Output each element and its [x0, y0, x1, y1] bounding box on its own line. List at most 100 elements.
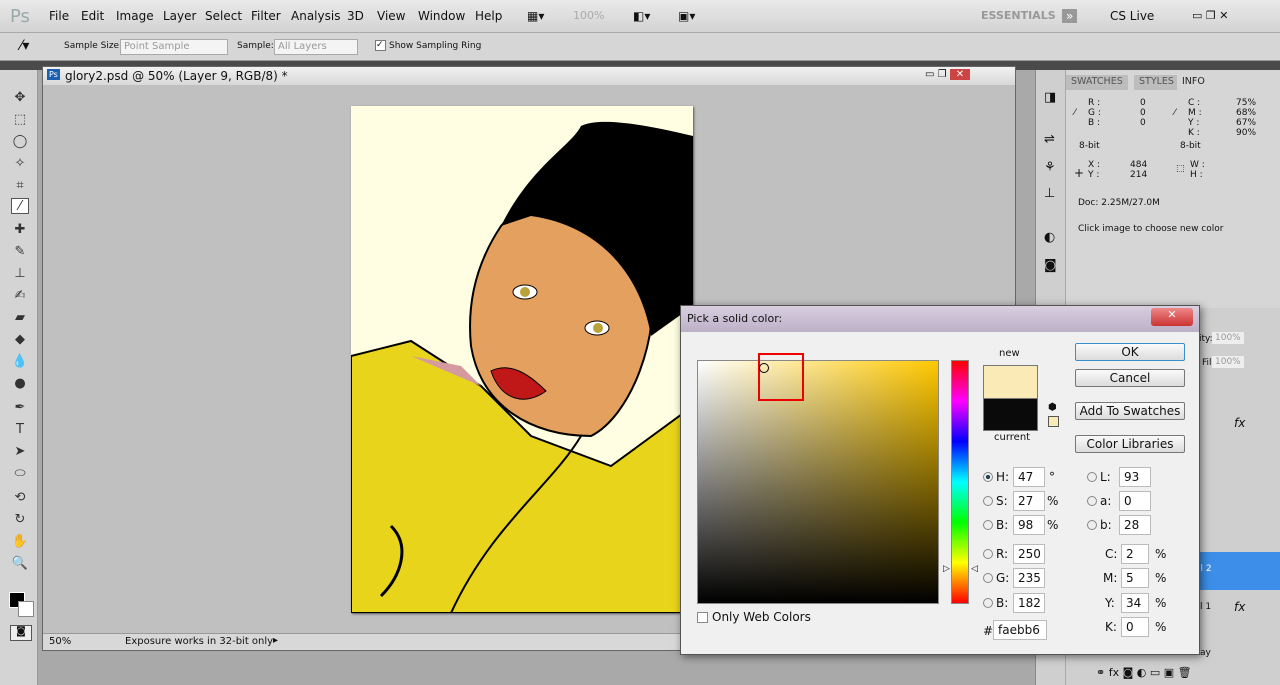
- m-input[interactable]: 5: [1121, 568, 1149, 588]
- opacity-input[interactable]: 100%: [1212, 332, 1244, 344]
- menu-view[interactable]: View: [377, 9, 405, 23]
- 3d-rotate-icon[interactable]: ⟲: [11, 490, 29, 506]
- hue-slider-handle-right[interactable]: ◁: [971, 564, 978, 574]
- status-menu-arrow-icon[interactable]: ▸: [273, 635, 278, 646]
- layer-footer-icons[interactable]: ⚭ fx ◙ ◐ ▭ ▣ 🗑: [1096, 666, 1192, 679]
- healing-tool-icon[interactable]: ✚: [11, 222, 29, 238]
- bucket-tool-icon[interactable]: ◆: [11, 332, 29, 348]
- dialog-close-button[interactable]: ✕: [1151, 308, 1193, 326]
- screen-mode-icon[interactable]: ▦▾: [527, 9, 544, 23]
- arrange-icon[interactable]: ◧▾: [633, 9, 650, 23]
- r-radio[interactable]: R:: [983, 547, 1008, 561]
- clone-source-icon[interactable]: ⊥: [1044, 186, 1055, 201]
- mask-icon[interactable]: ◐: [1044, 230, 1055, 245]
- path-select-icon[interactable]: ➤: [11, 444, 29, 460]
- fx-icon[interactable]: fx: [1234, 416, 1245, 430]
- layer-row-selected[interactable]: ll 2: [1194, 552, 1280, 590]
- blue-radio[interactable]: B:: [983, 596, 1008, 610]
- history-brush-icon[interactable]: ✍: [11, 288, 29, 304]
- screen-icon[interactable]: ▣▾: [678, 9, 695, 23]
- add-to-swatches-button[interactable]: Add To Swatches: [1075, 402, 1185, 420]
- menu-image[interactable]: Image: [116, 9, 154, 23]
- s-radio[interactable]: S:: [983, 494, 1008, 508]
- y-input[interactable]: 34: [1121, 593, 1149, 613]
- lasso-tool-icon[interactable]: ◯: [11, 134, 29, 150]
- only-web-colors-checkbox[interactable]: [697, 612, 708, 623]
- s-input[interactable]: 27: [1013, 491, 1045, 511]
- web-safe-swatch[interactable]: [1048, 416, 1059, 427]
- eyedropper-tool-icon[interactable]: ⁄: [11, 198, 29, 214]
- gamut-cube-icon[interactable]: ⬢: [1048, 402, 1057, 413]
- doc-window-controls[interactable]: ▭ ❐ ✕: [925, 69, 971, 80]
- lab-b-radio[interactable]: b:: [1087, 518, 1112, 532]
- sample-select[interactable]: All Layers: [274, 39, 358, 55]
- document-tab[interactable]: Ps glory2.psd @ 50% (Layer 9, RGB/8) * ▭…: [43, 67, 1015, 85]
- quick-select-tool-icon[interactable]: ✧: [11, 156, 29, 172]
- zoom-level[interactable]: 50%: [49, 636, 71, 647]
- menu-layer[interactable]: Layer: [163, 9, 196, 23]
- menu-edit[interactable]: Edit: [81, 9, 104, 23]
- h-input[interactable]: 47: [1013, 467, 1045, 487]
- workspace-essentials[interactable]: ESSENTIALS: [981, 9, 1056, 22]
- h-radio[interactable]: H:: [983, 470, 1009, 484]
- a-radio[interactable]: a:: [1087, 494, 1111, 508]
- g-radio[interactable]: G:: [983, 571, 1009, 585]
- g-input[interactable]: 235: [1013, 568, 1045, 588]
- window-controls[interactable]: ▭ ❐ ✕: [1192, 9, 1228, 22]
- history-icon[interactable]: ◨: [1044, 90, 1056, 105]
- crop-tool-icon[interactable]: ⌗: [11, 178, 29, 194]
- sample-size-select[interactable]: Point Sample: [120, 39, 228, 55]
- color-field[interactable]: [697, 353, 939, 604]
- brightness-input[interactable]: 98: [1013, 515, 1045, 535]
- brush-preset-icon[interactable]: ⚘: [1044, 160, 1056, 175]
- hex-input[interactable]: faebb6: [993, 620, 1047, 640]
- l-input[interactable]: 93: [1119, 467, 1151, 487]
- b-radio[interactable]: B:: [983, 518, 1008, 532]
- blue-input[interactable]: 182: [1013, 593, 1045, 613]
- shape-tool-icon[interactable]: ⬭: [11, 466, 29, 482]
- color-libraries-button[interactable]: Color Libraries: [1075, 435, 1185, 453]
- menu-3d[interactable]: 3D: [347, 9, 364, 23]
- 3d-orbit-icon[interactable]: ↻: [11, 512, 29, 528]
- eraser-tool-icon[interactable]: ▰: [11, 310, 29, 326]
- status-text[interactable]: Exposure works in 32-bit only: [125, 636, 273, 647]
- menu-window[interactable]: Window: [418, 9, 465, 23]
- stamp-tool-icon[interactable]: ⊥: [11, 266, 29, 282]
- color-picker-cursor[interactable]: [759, 363, 769, 373]
- hue-slider-handle-left[interactable]: ▷: [943, 564, 950, 574]
- k-input[interactable]: 0: [1121, 617, 1149, 637]
- blur-tool-icon[interactable]: 💧: [11, 354, 29, 370]
- zoom-select[interactable]: 100%: [573, 9, 604, 22]
- menu-help[interactable]: Help: [475, 9, 502, 23]
- tab-info[interactable]: INFO: [1177, 75, 1210, 90]
- marquee-tool-icon[interactable]: ⬚: [11, 112, 29, 128]
- hand-tool-icon[interactable]: ✋: [11, 534, 29, 550]
- cs-live[interactable]: CS Live: [1110, 9, 1154, 23]
- a-input[interactable]: 0: [1119, 491, 1151, 511]
- tab-styles[interactable]: STYLES: [1134, 75, 1179, 90]
- fx-icon[interactable]: fx: [1234, 600, 1245, 614]
- lab-b-input[interactable]: 28: [1119, 515, 1151, 535]
- layer-name[interactable]: ay: [1200, 648, 1211, 658]
- r-input[interactable]: 250: [1013, 544, 1045, 564]
- layer-name[interactable]: l 1: [1200, 602, 1211, 612]
- zoom-tool-icon[interactable]: 🔍: [11, 556, 29, 572]
- more-workspaces-icon[interactable]: »: [1062, 9, 1078, 23]
- fill-input[interactable]: 100%: [1212, 356, 1244, 368]
- adjust-icon[interactable]: ⇌: [1044, 132, 1055, 147]
- tab-swatches[interactable]: SWATCHES: [1066, 75, 1128, 90]
- cancel-button[interactable]: Cancel: [1075, 369, 1185, 387]
- dodge-tool-icon[interactable]: ●: [11, 376, 29, 392]
- background-color[interactable]: [18, 601, 34, 617]
- artwork-canvas[interactable]: [351, 106, 693, 613]
- show-sampling-ring-checkbox[interactable]: ✓: [375, 40, 386, 51]
- c-input[interactable]: 2: [1121, 544, 1149, 564]
- menu-filter[interactable]: Filter: [251, 9, 281, 23]
- quick-mask-icon[interactable]: ◙: [10, 625, 32, 641]
- type-tool-icon[interactable]: T: [11, 422, 29, 438]
- hue-slider[interactable]: [951, 360, 969, 604]
- l-radio[interactable]: L:: [1087, 470, 1111, 484]
- move-tool-icon[interactable]: ✥: [11, 90, 29, 106]
- menu-analysis[interactable]: Analysis: [291, 9, 340, 23]
- ok-button[interactable]: OK: [1075, 343, 1185, 361]
